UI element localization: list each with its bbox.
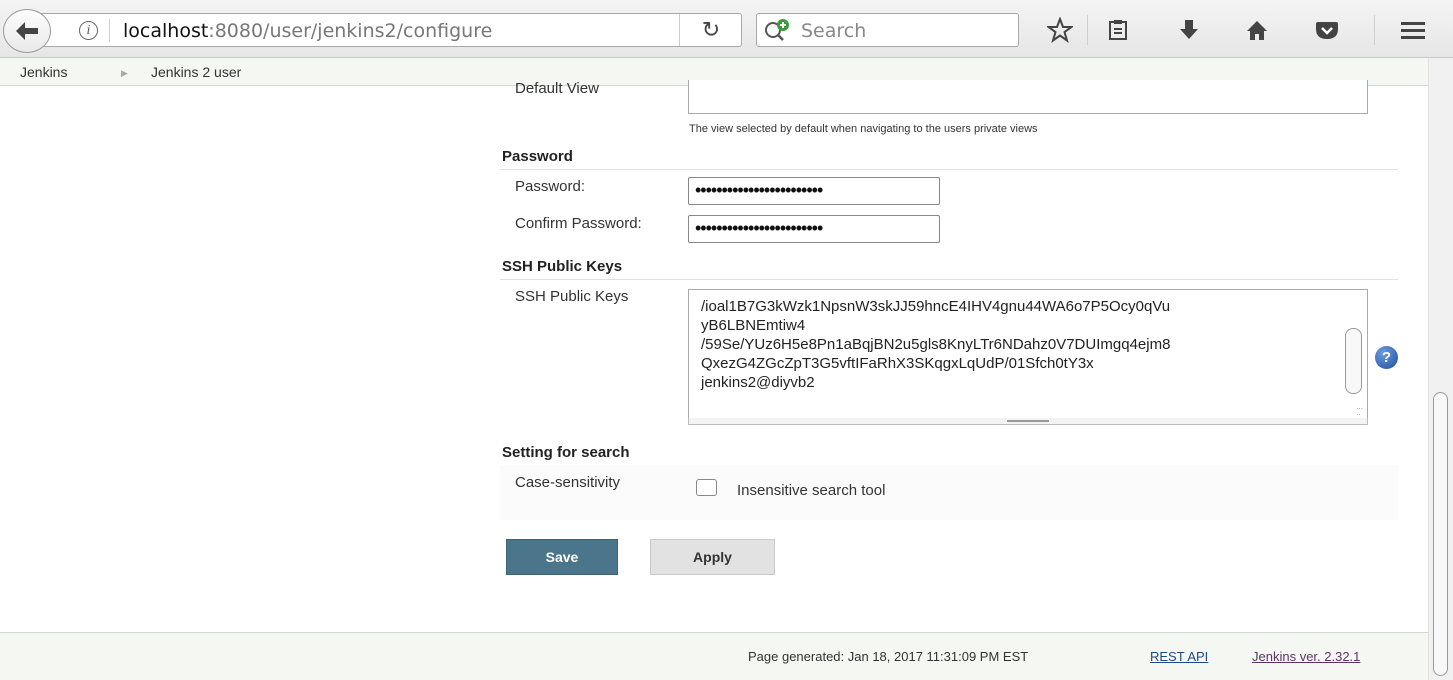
breadcrumb-separator-icon: ▶: [121, 68, 128, 78]
menu-button[interactable]: [1396, 14, 1430, 46]
breadcrumb-jenkins[interactable]: Jenkins: [20, 64, 67, 80]
info-icon[interactable]: i: [79, 21, 98, 40]
page-scrollbar[interactable]: [1428, 58, 1453, 680]
ssh-keys-label: SSH Public Keys: [515, 288, 629, 305]
insensitive-search-label[interactable]: Insensitive search tool: [737, 482, 885, 499]
search-section-title: Setting for search: [502, 444, 630, 461]
password-label: Password:: [515, 178, 586, 195]
toolbar-separator: [1374, 15, 1375, 45]
download-arrow-icon: [1180, 20, 1198, 39]
ssh-key-line: QxezG4ZGcZpT3G5vftIFaRhX3SKqgxLqUdP/01Sf…: [701, 355, 1094, 372]
apply-button[interactable]: Apply: [650, 539, 775, 575]
textarea-expand-handle[interactable]: [688, 418, 1368, 425]
search-bar[interactable]: Search: [756, 13, 1019, 47]
question-mark-icon[interactable]: ?: [1375, 346, 1398, 369]
clipboard-icon: [1109, 20, 1127, 40]
search-placeholder: Search: [801, 20, 867, 42]
default-view-label: Default View: [515, 80, 599, 97]
resize-handle-icon[interactable]: .....: [1356, 403, 1363, 417]
password-field[interactable]: ••••••••••••••••••••••••: [688, 177, 940, 205]
default-view-description: The view selected by default when naviga…: [689, 123, 1038, 135]
pocket-icon: [1316, 22, 1338, 39]
section-divider: [500, 279, 1398, 280]
ssh-key-line: /ioal1B7G3kWzk1NpsnW3skJJ59hncE4IHV4gnu4…: [701, 298, 1171, 315]
rest-api-link[interactable]: REST API: [1150, 649, 1208, 664]
grip-icon: [1007, 420, 1049, 422]
ssh-key-line: jenkins2@diyvb2: [701, 374, 815, 391]
reading-list-button[interactable]: [1101, 14, 1135, 46]
insensitive-search-checkbox[interactable]: [696, 479, 717, 496]
back-button[interactable]: [3, 9, 51, 53]
footer: Page generated: Jan 18, 2017 11:31:09 PM…: [0, 632, 1428, 680]
ssh-key-line: yB6LBNEmtiw4: [701, 317, 806, 334]
confirm-password-field[interactable]: ••••••••••••••••••••••••: [688, 215, 940, 243]
toolbar-separator: [1087, 15, 1088, 45]
confirm-password-label: Confirm Password:: [515, 215, 642, 232]
url-text[interactable]: localhost:8080/user/jenkins2/configure: [123, 20, 492, 42]
url-bar[interactable]: i localhost:8080/user/jenkins2/configure…: [30, 13, 742, 47]
section-divider: [500, 169, 1398, 170]
jenkins-version-link[interactable]: Jenkins ver. 2.32.1: [1252, 649, 1360, 664]
url-host: localhost: [123, 20, 209, 42]
reload-button[interactable]: ↻: [679, 14, 742, 46]
ssh-key-line: /59Se/YUz6H5e8Pn1aBqjBN2u5gls8KnyLTr6NDa…: [701, 336, 1171, 353]
textarea-scrollbar[interactable]: [1345, 328, 1362, 394]
url-separator: [109, 19, 110, 42]
default-view-field[interactable]: [688, 80, 1368, 114]
url-path: :8080/user/jenkins2/configure: [208, 20, 493, 42]
browser-toolbar: i localhost:8080/user/jenkins2/configure…: [0, 0, 1453, 58]
ssh-section-title: SSH Public Keys: [502, 258, 623, 275]
case-sensitivity-label: Case-sensitivity: [515, 474, 621, 491]
scrollbar-thumb[interactable]: [1433, 392, 1448, 676]
section-background: [500, 465, 1398, 520]
reload-icon: ↻: [701, 17, 721, 42]
pocket-button[interactable]: [1310, 14, 1344, 46]
search-add-icon: [765, 19, 789, 41]
password-section-title: Password: [502, 148, 573, 165]
save-button[interactable]: Save: [506, 539, 618, 575]
home-button[interactable]: [1240, 14, 1274, 46]
arrow-left-icon: [16, 22, 38, 40]
hamburger-menu-icon: [1401, 22, 1425, 39]
ssh-keys-textarea[interactable]: /ioal1B7G3kWzk1NpsnW3skJJ59hncE4IHV4gnu4…: [688, 289, 1368, 421]
star-icon: [1047, 17, 1073, 43]
home-icon: [1247, 21, 1267, 40]
downloads-button[interactable]: [1172, 14, 1206, 46]
page-generated-text: Page generated: Jan 18, 2017 11:31:09 PM…: [748, 649, 1029, 664]
breadcrumb-user[interactable]: Jenkins 2 user: [151, 64, 241, 80]
bookmark-button[interactable]: [1043, 14, 1077, 46]
